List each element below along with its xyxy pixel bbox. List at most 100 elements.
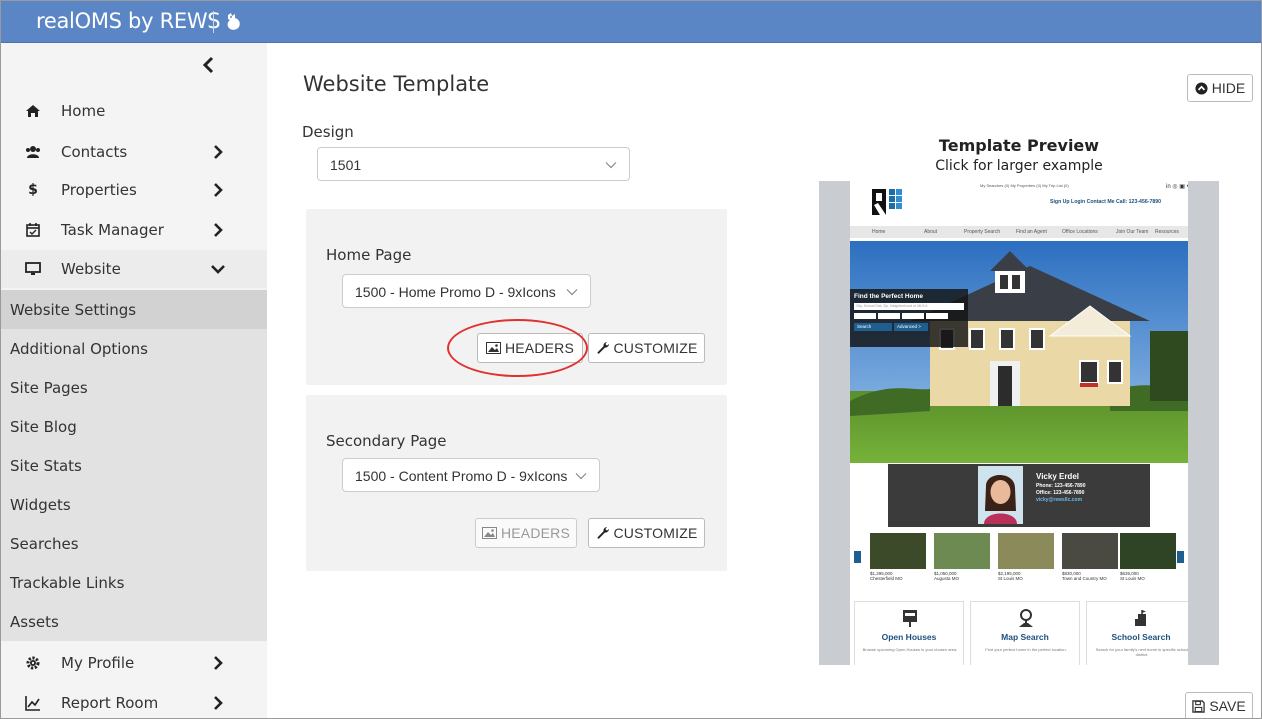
home-icon <box>26 105 40 117</box>
subnav-searches[interactable]: Searches <box>1 524 267 563</box>
subnav-site-blog[interactable]: Site Blog <box>1 407 267 446</box>
site-logo-icon <box>872 189 902 215</box>
site-filter-field <box>854 313 876 319</box>
secondary-page-select-value: 1500 - Content Promo D - 9xIcons <box>355 468 568 484</box>
design-label: Design <box>302 123 354 141</box>
home-page-label: Home Page <box>326 246 412 264</box>
secondary-page-label: Secondary Page <box>326 432 447 450</box>
subnav-label: Widgets <box>10 496 71 514</box>
site-search-heading: Find the Perfect Home <box>854 293 923 300</box>
subnav-additional-options[interactable]: Additional Options <box>1 329 267 368</box>
wrench-icon <box>596 527 609 539</box>
subnav-widgets[interactable]: Widgets <box>1 485 267 524</box>
sidebar-item-report-room[interactable]: Report Room <box>1 684 267 718</box>
preview-title: Template Preview <box>938 136 1100 155</box>
sidebar-item-properties[interactable]: $ Properties <box>1 171 267 209</box>
feature-desc: Browse upcoming Open Houses in your chos… <box>862 647 958 652</box>
subnav-site-pages[interactable]: Site Pages <box>1 368 267 407</box>
chevron-down-icon <box>211 265 225 274</box>
sidebar-item-label: Contacts <box>61 143 128 161</box>
save-button[interactable]: SAVE <box>1185 692 1253 718</box>
subnav-assets[interactable]: Assets <box>1 602 267 641</box>
home-page-template-select[interactable]: 1500 - Home Promo D - 9xIcons <box>342 274 591 308</box>
feature-title: Map Search <box>1001 632 1049 642</box>
wrench-icon <box>596 342 609 354</box>
hide-button-label: HIDE <box>1211 80 1246 96</box>
carousel-next-icon <box>1177 551 1184 563</box>
listing-photo <box>1120 533 1176 569</box>
sidebar-item-contacts[interactable]: Contacts <box>1 133 267 171</box>
subnav-trackable-links[interactable]: Trackable Links <box>1 563 267 602</box>
preview-subtitle[interactable]: Click for larger example <box>819 158 1219 174</box>
listing-caption: $1,295,000 Chesterfield MO <box>870 571 903 581</box>
site-search-box: Find the Perfect Home City, School Dist,… <box>850 289 968 347</box>
chevron-down-icon <box>575 473 587 480</box>
secondary-customize-label: CUSTOMIZE <box>613 525 698 541</box>
design-select[interactable]: 1501 <box>317 147 630 181</box>
listing-photo <box>870 533 926 569</box>
app-window: realOMS by REWS Home Contacts $ Properti… <box>0 0 1262 719</box>
agent-office: Office: 123-456-7890 <box>1036 490 1085 496</box>
sidebar-item-task-manager[interactable]: Task Manager <box>1 211 267 249</box>
agent-phone: Phone: 123-456-7890 <box>1036 483 1086 489</box>
feature-school-search: School Search Search for your family's n… <box>1086 601 1188 665</box>
image-icon <box>481 527 497 539</box>
secondary-headers-button[interactable]: HEADERS <box>475 518 577 548</box>
sidebar-item-label: Home <box>61 102 106 120</box>
chevron-up-circle-icon <box>1195 81 1208 95</box>
home-customize-button[interactable]: CUSTOMIZE <box>588 333 705 363</box>
site-agent-card: Vicky Erdel Phone: 123-456-7890 Office: … <box>888 464 1150 527</box>
brand-divider <box>213 11 214 33</box>
sidebar-item-my-profile[interactable]: My Profile <box>1 644 267 682</box>
listing-photo <box>1062 533 1118 569</box>
sidebar-item-label: Website <box>61 260 121 278</box>
sidebar-item-home[interactable]: Home <box>1 92 267 130</box>
listing-city: Chesterfield MO <box>870 576 903 581</box>
secondary-headers-label: HEADERS <box>500 525 571 541</box>
site-nav-item: Home <box>872 229 886 235</box>
top-bar: realOMS by REWS <box>1 1 1261 43</box>
site-advanced-button: Advanced > <box>894 323 928 331</box>
site-account-links: Sign Up Login Contact Me Call: 123-456-7… <box>1050 199 1161 205</box>
subnav-website-settings[interactable]: Website Settings <box>1 290 267 329</box>
subnav-site-stats[interactable]: Site Stats <box>1 446 267 485</box>
subnav-label: Site Pages <box>10 379 88 397</box>
site-filter-field <box>878 313 900 319</box>
listing-caption: $1,050,000 Augusta MO <box>934 571 959 581</box>
subnav-label: Website Settings <box>10 301 137 319</box>
chevron-down-icon <box>566 289 578 296</box>
listing-photo <box>998 533 1054 569</box>
site-nav-item: Office Locations <box>1062 229 1098 235</box>
secondary-page-panel: Secondary Page 1500 - Content Promo D - … <box>306 395 727 571</box>
sidebar-item-label: Properties <box>61 181 137 199</box>
carousel-prev-icon <box>854 551 861 563</box>
site-search-button: Search <box>854 323 892 331</box>
open-house-sign-icon <box>903 610 917 627</box>
app-title[interactable]: realOMS by REWS <box>36 9 221 33</box>
collapse-sidebar-chevron-icon[interactable] <box>199 55 219 75</box>
listing-caption: $635,000 St Louis MO <box>1120 571 1145 581</box>
agent-photo <box>978 466 1023 524</box>
subnav-label: Assets <box>10 613 59 631</box>
site-nav: Home About Property Search Find an Agent… <box>850 226 1188 238</box>
site-top-links: My Searches (0) My Properties (0) My Tri… <box>980 183 1069 188</box>
listing-photo <box>934 533 990 569</box>
sidebar-item-website[interactable]: Website <box>1 250 267 288</box>
secondary-customize-button[interactable]: CUSTOMIZE <box>588 518 705 548</box>
secondary-page-template-select[interactable]: 1500 - Content Promo D - 9xIcons <box>342 458 600 492</box>
chevron-right-icon <box>214 656 223 670</box>
preview-site: My Searches (0) My Properties (0) My Tri… <box>850 181 1188 665</box>
home-page-select-value: 1500 - Home Promo D - 9xIcons <box>355 284 556 300</box>
listing-city: Town and Country MO <box>1062 576 1107 581</box>
feature-title: School Search <box>1111 632 1171 642</box>
hide-button[interactable]: HIDE <box>1187 74 1253 102</box>
template-preview-image[interactable]: My Searches (0) My Properties (0) My Tri… <box>819 181 1219 665</box>
feature-title: Open Houses <box>881 632 937 642</box>
chevron-right-icon <box>214 223 223 237</box>
site-nav-item: About <box>924 229 938 235</box>
site-nav-item: Join Our Team <box>1116 229 1149 235</box>
subnav-label: Site Stats <box>10 457 82 475</box>
agent-email: vicky@rewsllc.com <box>1036 497 1083 503</box>
listing-caption: $830,000 Town and Country MO <box>1062 571 1107 581</box>
feature-open-houses: Open Houses Browse upcoming Open Houses … <box>854 601 964 665</box>
